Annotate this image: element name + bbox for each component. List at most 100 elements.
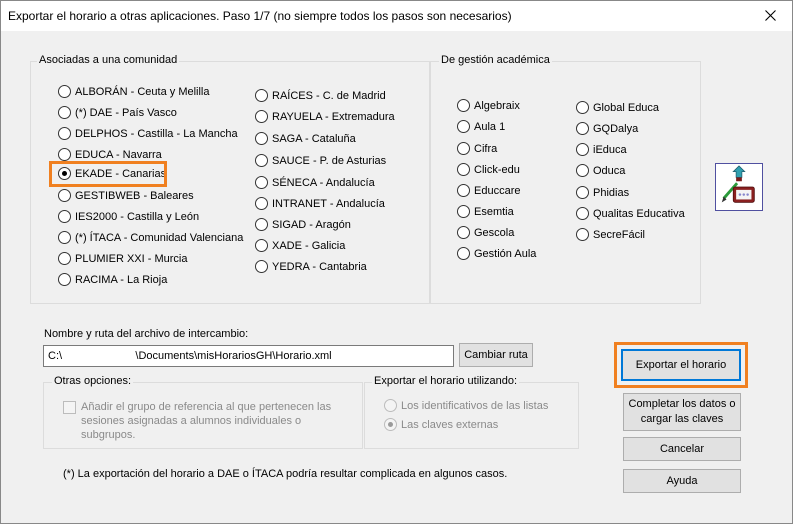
radio-circle xyxy=(255,239,268,252)
radio-circle xyxy=(58,231,71,244)
radio-circle xyxy=(58,85,71,98)
radio-circle xyxy=(576,186,589,199)
radio-label: Los identificativos de las listas xyxy=(401,399,549,412)
file-path-input[interactable] xyxy=(43,345,454,367)
radio-label: PLUMIER XXI - Murcia xyxy=(75,252,188,265)
radio-algebraix[interactable]: Algebraix xyxy=(457,99,520,112)
radio-circle xyxy=(457,247,470,260)
radio-click-edu[interactable]: Click-edu xyxy=(457,163,520,176)
radio-racima[interactable]: RACIMA - La Rioja xyxy=(58,273,167,286)
radio-seneca[interactable]: SÉNECA - Andalucía xyxy=(255,176,375,189)
radio-label: GQDalya xyxy=(593,122,639,135)
radio-gestion-aula[interactable]: Gestión Aula xyxy=(457,247,536,260)
radio-intranet[interactable]: INTRANET - Andalucía xyxy=(255,197,385,210)
radio-label: GESTIBWEB - Baleares xyxy=(75,189,194,202)
radio-label: Gescola xyxy=(474,226,515,239)
radio-aula1[interactable]: Aula 1 xyxy=(457,120,505,133)
window-title: Exportar el horario a otras aplicaciones… xyxy=(8,9,512,23)
radio-label: EDUCA - Navarra xyxy=(75,148,162,161)
radio-label: YEDRA - Cantabria xyxy=(272,260,367,273)
radio-circle xyxy=(58,273,71,286)
radio-circle xyxy=(457,120,470,133)
radio-educa[interactable]: EDUCA - Navarra xyxy=(58,148,162,161)
radio-label: SAGA - Cataluña xyxy=(272,132,356,145)
radio-rayuela[interactable]: RAYUELA - Extremadura xyxy=(255,110,395,123)
radio-label: RAYUELA - Extremadura xyxy=(272,110,395,123)
radio-circle xyxy=(457,142,470,155)
title-bar: Exportar el horario a otras aplicaciones… xyxy=(0,0,793,31)
export-schedule-button[interactable]: Exportar el horario xyxy=(621,349,741,381)
ekade-highlight-frame xyxy=(49,161,167,187)
radio-label: IES2000 - Castilla y León xyxy=(75,210,200,223)
radio-gqdalya[interactable]: GQDalya xyxy=(576,122,638,135)
cancel-button[interactable]: Cancelar xyxy=(623,437,741,461)
radio-label: ALBORÁN - Ceuta y Melilla xyxy=(75,85,210,98)
academic-group-label: De gestión académica xyxy=(439,54,552,66)
radio-label: (*) DAE - País Vasco xyxy=(75,106,177,119)
radio-ies2000[interactable]: IES2000 - Castilla y León xyxy=(58,210,199,223)
file-path-label: Nombre y ruta del archivo de intercambio… xyxy=(44,328,249,340)
radio-circle-checked xyxy=(384,418,397,431)
radio-plumier[interactable]: PLUMIER XXI - Murcia xyxy=(58,252,187,265)
checkbox-box xyxy=(63,401,76,414)
radio-educcare[interactable]: Educcare xyxy=(457,184,520,197)
radio-label: Esemtia xyxy=(474,205,514,218)
radio-label: RAÍCES - C. de Madrid xyxy=(272,89,386,102)
radio-label: INTRANET - Andalucía xyxy=(272,197,385,210)
radio-xade[interactable]: XADE - Galicia xyxy=(255,239,345,252)
radio-sauce[interactable]: SAUCE - P. de Asturias xyxy=(255,154,386,167)
radio-qualitas[interactable]: Qualitas Educativa xyxy=(576,207,685,220)
radio-circle xyxy=(576,143,589,156)
radio-list-identifiers[interactable]: Los identificativos de las listas xyxy=(384,399,548,412)
complete-data-button[interactable]: Completar los datos o cargar las claves xyxy=(623,393,741,431)
radio-label: SAUCE - P. de Asturias xyxy=(272,154,387,167)
radio-oduca[interactable]: Oduca xyxy=(576,164,625,177)
close-icon xyxy=(764,10,776,21)
radio-yedra[interactable]: YEDRA - Cantabria xyxy=(255,260,367,273)
radio-label: (*) ÍTACA - Comunidad Valenciana xyxy=(75,231,244,244)
radio-label: SIGAD - Aragón xyxy=(272,218,351,231)
checkbox-label: Añadir el grupo de referencia al que per… xyxy=(81,401,332,441)
radio-global-educa[interactable]: Global Educa xyxy=(576,101,659,114)
radio-ieduca[interactable]: iEduca xyxy=(576,143,627,156)
community-group-label: Asociadas a una comunidad xyxy=(37,54,180,66)
radio-saga[interactable]: SAGA - Cataluña xyxy=(255,132,356,145)
dialog-client-area: Asociadas a una comunidad ALBORÁN - Ceut… xyxy=(1,31,792,523)
radio-sigad[interactable]: SIGAD - Aragón xyxy=(255,218,351,231)
radio-label: Las claves externas xyxy=(401,418,499,431)
radio-circle xyxy=(576,101,589,114)
radio-gescola[interactable]: Gescola xyxy=(457,226,514,239)
radio-circle xyxy=(255,154,268,167)
radio-circle xyxy=(457,99,470,112)
radio-cifra[interactable]: Cifra xyxy=(457,142,497,155)
radio-secrefacil[interactable]: SecreFácil xyxy=(576,228,645,241)
radio-label: DELPHOS - Castilla - La Mancha xyxy=(75,127,238,140)
radio-circle xyxy=(255,218,268,231)
radio-itaca[interactable]: (*) ÍTACA - Comunidad Valenciana xyxy=(58,231,243,244)
radio-alboran[interactable]: ALBORÁN - Ceuta y Melilla xyxy=(58,85,210,98)
radio-circle xyxy=(576,207,589,220)
help-button[interactable]: Ayuda xyxy=(623,469,741,493)
radio-circle xyxy=(255,197,268,210)
radio-delphos[interactable]: DELPHOS - Castilla - La Mancha xyxy=(58,127,238,140)
radio-circle xyxy=(255,260,268,273)
radio-external-keys[interactable]: Las claves externas xyxy=(384,418,498,431)
add-reference-group-checkbox[interactable]: Añadir el grupo de referencia al que per… xyxy=(63,400,358,442)
radio-esemtia[interactable]: Esemtia xyxy=(457,205,514,218)
radio-phidias[interactable]: Phidias xyxy=(576,186,629,199)
radio-label: SÉNECA - Andalucía xyxy=(272,176,375,189)
radio-label: Oduca xyxy=(593,164,626,177)
change-path-button[interactable]: Cambiar ruta xyxy=(459,343,533,367)
radio-dae[interactable]: (*) DAE - País Vasco xyxy=(58,106,177,119)
radio-circle xyxy=(58,148,71,161)
radio-gestibweb[interactable]: GESTIBWEB - Baleares xyxy=(58,189,194,202)
radio-circle xyxy=(58,252,71,265)
close-button[interactable] xyxy=(747,0,793,31)
radio-circle xyxy=(255,176,268,189)
radio-label: Global Educa xyxy=(593,101,660,114)
export-arrow-pencil-icon xyxy=(721,165,755,203)
academic-group: De gestión académica xyxy=(430,54,701,304)
radio-circle xyxy=(457,163,470,176)
radio-raices[interactable]: RAÍCES - C. de Madrid xyxy=(255,89,386,102)
radio-label: Phidias xyxy=(593,186,630,199)
